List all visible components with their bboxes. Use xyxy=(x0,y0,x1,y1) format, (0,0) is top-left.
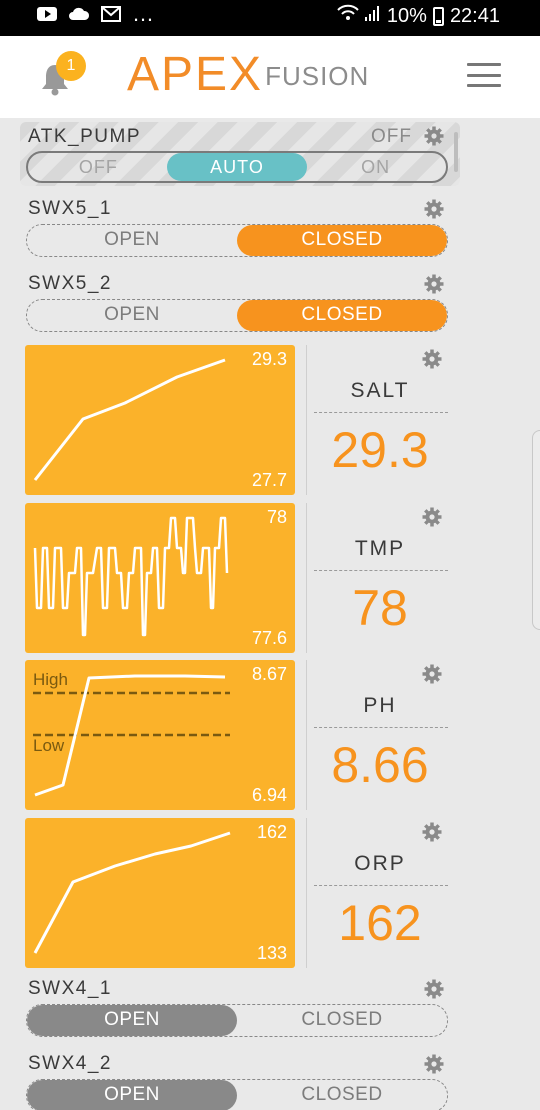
battery-percent: 10% xyxy=(386,4,427,27)
open-option[interactable]: OPEN xyxy=(27,300,237,331)
app-header: 1 APEX FUSION xyxy=(0,36,540,118)
notification-badge: 1 xyxy=(56,51,86,81)
gear-icon[interactable] xyxy=(424,979,444,999)
side-drawer-handle[interactable] xyxy=(532,430,540,630)
mode-auto-option[interactable]: AUTO xyxy=(166,153,308,181)
probe-value: 29.3 xyxy=(331,422,429,478)
outlet-name: SWX4_1 xyxy=(28,978,112,999)
graph-max-label: 162 xyxy=(256,822,287,842)
probe-value: 162 xyxy=(338,895,422,951)
open-option[interactable]: OPEN xyxy=(27,1080,237,1110)
outlet-swx4-2: SWX4_2 OPEN CLOSED xyxy=(20,1053,460,1110)
wifi-icon xyxy=(337,4,359,28)
probe-graph[interactable]: 78 77.6 xyxy=(25,503,295,653)
divider xyxy=(314,570,448,571)
divider xyxy=(306,503,307,653)
scrollbar[interactable] xyxy=(454,132,458,172)
atk-mode-switch[interactable]: OFF AUTO ON xyxy=(26,151,448,183)
divider xyxy=(314,885,448,886)
gear-icon[interactable] xyxy=(422,822,442,842)
probe-name: PH xyxy=(363,694,397,717)
closed-option[interactable]: CLOSED xyxy=(237,300,447,331)
open-closed-switch[interactable]: OPEN CLOSED xyxy=(26,224,448,257)
open-closed-switch[interactable]: OPEN CLOSED xyxy=(26,1079,448,1110)
divider xyxy=(306,818,307,968)
graph-min-label: 6.94 xyxy=(251,785,287,805)
graph-max-label: 78 xyxy=(266,507,287,527)
hamburger-menu-icon[interactable] xyxy=(467,63,501,87)
graph-min-label: 77.6 xyxy=(251,628,287,648)
gear-icon[interactable] xyxy=(422,664,442,684)
probe-tmp[interactable]: 78 77.6 TMP 78 xyxy=(24,503,448,653)
divider xyxy=(306,660,307,810)
clock: 22:41 xyxy=(449,4,500,27)
open-closed-switch[interactable]: OPEN CLOSED xyxy=(26,1004,448,1037)
open-option[interactable]: OPEN xyxy=(27,1005,237,1036)
probe-graph[interactable]: 162 133 xyxy=(25,818,295,968)
probe-orp[interactable]: 162 133 ORP 162 xyxy=(24,818,448,968)
cloud-icon xyxy=(68,6,90,22)
graph-min-label: 27.7 xyxy=(251,470,287,490)
apex-fusion-logo: APEX FUSION xyxy=(127,48,370,101)
dashboard-content: ATK_PUMP OFF OFF AUTO ON SWX5_1 OPEN CLO… xyxy=(0,118,540,1110)
probe-ph[interactable]: High Low 8.67 6.94 PH 8.66 xyxy=(24,660,448,810)
probe-name: TMP xyxy=(354,537,406,560)
outlet-name: SWX4_2 xyxy=(28,1053,112,1074)
status-bar: … 10% 22:41 xyxy=(0,0,540,36)
divider xyxy=(306,345,307,495)
closed-option[interactable]: CLOSED xyxy=(237,1080,447,1110)
graph-max-label: 29.3 xyxy=(251,349,287,369)
outlet-name: ATK_PUMP xyxy=(28,126,142,147)
mode-off-option[interactable]: OFF xyxy=(28,153,169,181)
high-threshold-label: High xyxy=(33,670,68,689)
low-threshold-label: Low xyxy=(33,736,65,755)
probe-value: 78 xyxy=(352,580,408,636)
graph-min-label: 133 xyxy=(256,943,287,963)
gear-icon[interactable] xyxy=(422,507,442,527)
outlet-name: SWX5_2 xyxy=(28,273,112,294)
probe-value: 8.66 xyxy=(331,737,429,793)
gear-icon[interactable] xyxy=(424,199,444,219)
gear-icon[interactable] xyxy=(424,274,444,294)
youtube-icon xyxy=(36,6,58,22)
outlet-state: OFF xyxy=(371,126,412,147)
outlet-swx5-1: SWX5_1 OPEN CLOSED xyxy=(20,198,460,258)
closed-option[interactable]: CLOSED xyxy=(237,1005,447,1036)
outlet-name: SWX5_1 xyxy=(28,198,112,219)
divider xyxy=(314,727,448,728)
gmail-icon xyxy=(100,6,122,22)
gear-icon[interactable] xyxy=(424,126,444,146)
open-closed-switch[interactable]: OPEN CLOSED xyxy=(26,299,448,332)
graph-max-label: 8.67 xyxy=(251,664,287,684)
probe-salt[interactable]: 29.3 27.7 SALT 29.3 xyxy=(24,345,448,495)
outlet-atk-pump: ATK_PUMP OFF OFF AUTO ON xyxy=(20,122,460,186)
more-notifications-icon: … xyxy=(132,1,154,26)
open-option[interactable]: OPEN xyxy=(27,225,237,256)
probe-graph[interactable]: 29.3 27.7 xyxy=(25,345,295,495)
mode-on-option[interactable]: ON xyxy=(305,153,446,181)
signal-icon xyxy=(364,4,381,28)
outlet-swx5-2: SWX5_2 OPEN CLOSED xyxy=(20,273,460,333)
closed-option[interactable]: CLOSED xyxy=(237,225,447,256)
battery-icon xyxy=(432,6,444,26)
outlet-swx4-1: SWX4_1 OPEN CLOSED xyxy=(20,978,460,1038)
gear-icon[interactable] xyxy=(422,349,442,369)
probe-graph[interactable]: High Low 8.67 6.94 xyxy=(25,660,295,810)
orp-trend-line xyxy=(33,831,231,954)
probe-name: SALT xyxy=(350,379,410,402)
gear-icon[interactable] xyxy=(424,1054,444,1074)
divider xyxy=(314,412,448,413)
probe-name: ORP xyxy=(354,852,406,875)
